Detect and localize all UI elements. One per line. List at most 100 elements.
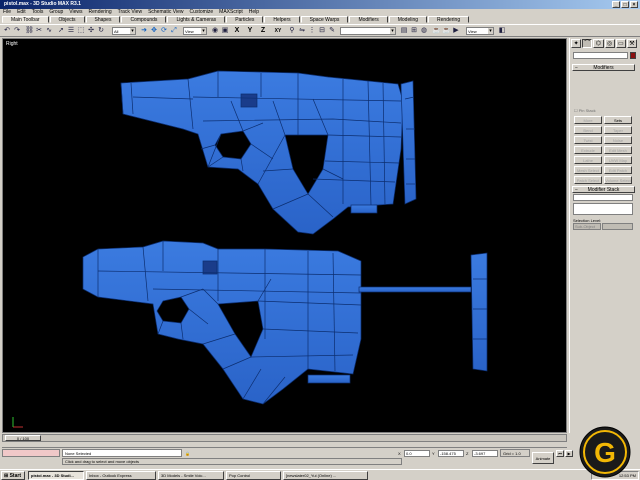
modifier-stack-rollout[interactable]: Modifier Stack [572,186,635,194]
tab-compounds[interactable]: Compounds [121,16,167,23]
track-view-icon[interactable]: ▤ [400,27,408,35]
edit-patch-button[interactable]: Edit Patch [604,166,632,174]
task-3dsmax[interactable]: pistol.max - 3D Studi... [28,471,84,480]
menu-file[interactable]: File [3,9,11,16]
sets-button[interactable]: Sets [604,116,632,124]
reference-coordinate-dropdown[interactable]: View [183,27,207,35]
menu-maxscript[interactable]: MAXScript [219,9,243,16]
undo-icon[interactable]: ↶ [3,27,11,35]
restrict-xy-button[interactable]: XY [272,27,284,35]
minimize-button[interactable]: _ [612,1,620,8]
display-panel-tab[interactable]: ▭ [615,39,626,48]
restrict-z-button[interactable]: Z [259,27,267,35]
menu-rendering[interactable]: Rendering [89,9,112,16]
render-type-icon[interactable]: ◧ [498,27,506,35]
taper-button[interactable]: Taper [604,126,632,134]
sub-object-button[interactable]: Sub-Object [573,223,601,230]
scale-icon[interactable]: ⤢ [170,27,178,35]
tab-main-toolbar[interactable]: Main Toolbar [2,16,49,23]
tab-modifiers[interactable]: Modifiers [349,16,388,23]
menu-edit[interactable]: Edit [17,9,26,16]
menu-tools[interactable]: Tools [32,9,44,16]
maximize-button[interactable]: □ [621,1,629,8]
menu-views[interactable]: Views [69,9,82,16]
task-chat[interactable]: [newslater02_Yui (Online) ... [283,471,368,480]
create-panel-tab[interactable]: ✦ [571,39,582,48]
select-icon[interactable]: ➜ [140,27,148,35]
render-scene-icon[interactable]: ☕ [432,27,441,35]
menu-customize[interactable]: Customize [190,9,214,16]
menu-schematic-view[interactable]: Schematic View [148,9,183,16]
inverse-kinematics-icon[interactable]: ⚲ [288,27,296,35]
material-editor-icon[interactable]: ◍ [420,27,428,35]
redo-icon[interactable]: ↷ [13,27,21,35]
align-icon[interactable]: ⊟ [318,27,326,35]
tab-objects[interactable]: Objects [49,16,85,23]
animate-button[interactable]: Animate [532,452,554,464]
patch-select-button[interactable]: Patch Select [574,176,602,184]
array-icon[interactable]: ⋮ [308,27,316,35]
z-coord-field[interactable]: -3.697 [472,450,498,457]
task-outlook[interactable]: Inbox - Outlook Express [86,471,156,480]
more-button[interactable]: More [574,116,602,124]
start-button[interactable]: ⊞ Start [1,471,25,480]
object-color-swatch[interactable] [630,52,636,59]
lathe-button[interactable]: Lathe [574,156,602,164]
menu-track-view[interactable]: Track View [118,9,142,16]
noise-button[interactable]: Noise [604,136,632,144]
tab-space-warps[interactable]: Space Warps [300,16,349,23]
select-object-icon[interactable]: ➚ [57,27,65,35]
y-coord-field[interactable]: -158.475 [438,450,464,457]
quick-render-icon[interactable]: ☕ [442,27,451,35]
link-icon[interactable]: ⛓ [25,27,34,35]
close-button[interactable]: × [630,1,638,8]
tab-modeling[interactable]: Modeling [388,16,428,23]
select-by-name-icon[interactable]: ☰ [67,27,75,35]
go-to-start-icon[interactable]: ⏮ [556,450,564,457]
selection-filter-dropdown[interactable]: All [112,27,136,35]
task-pop-control[interactable]: Pop Control [226,471,281,480]
time-slider-thumb[interactable]: 0 / 100 [5,435,41,441]
play-icon[interactable]: ▶ [565,450,573,457]
maxscript-listener-mini[interactable] [2,449,60,457]
tab-particles[interactable]: Particles [226,16,264,23]
uvw-map-button[interactable]: UVW Map [604,156,632,164]
named-selection-dropdown[interactable] [340,27,396,35]
render-view-dropdown[interactable]: View [466,27,494,35]
tab-lights-cameras[interactable]: Lights & Cameras [167,16,226,23]
lock-selection-icon[interactable]: 🔒 [185,451,190,456]
mesh-select-button[interactable]: Mesh Select [574,166,602,174]
track-bar[interactable] [2,442,567,448]
schematic-view-icon[interactable]: ⊞ [410,27,418,35]
rotate-icon[interactable]: ⟳ [160,27,168,35]
pivot-center-icon[interactable]: ◉ [211,27,219,35]
viewport-right[interactable]: Right [2,38,567,433]
move-icon[interactable]: ✥ [150,27,158,35]
restrict-x-button[interactable]: X [233,27,241,35]
select-move-icon[interactable]: ✣ [87,27,95,35]
tab-shapes[interactable]: Shapes [85,16,121,23]
task-3d-models[interactable]: 3D Models - Smile Voic... [158,471,224,480]
transform-center-icon[interactable]: ▣ [221,27,229,35]
named-selection-icon[interactable]: ✎ [328,27,336,35]
extrude-button[interactable]: Extrude [574,146,602,154]
pin-stack-checkbox[interactable]: ☐ Pin Stack [574,108,596,113]
motion-panel-tab[interactable]: ◎ [604,39,615,48]
modify-panel-tab[interactable]: ⌒ [582,39,593,48]
bind-space-warp-icon[interactable]: ∿ [45,27,53,35]
x-coord-field[interactable]: 0.0 [404,450,430,457]
select-rotate-icon[interactable]: ↻ [97,27,105,35]
object-name-field[interactable] [573,52,628,59]
restrict-y-button[interactable]: Y [246,27,254,35]
render-last-icon[interactable]: ▶ [452,27,460,35]
unlink-icon[interactable]: ✂ [35,27,43,35]
mirror-icon[interactable]: ⇋ [298,27,306,35]
hierarchy-panel-tab[interactable]: ⌬ [593,39,604,48]
edit-mesh-button[interactable]: Edit Mesh [604,146,632,154]
tab-helpers[interactable]: Helpers [264,16,300,23]
twist-button[interactable]: Twist [574,136,602,144]
modifier-stack-dropdown[interactable] [573,194,633,201]
volume-select-button[interactable]: Volume Select [604,176,632,184]
modifiers-rollout[interactable]: Modifiers [572,64,635,72]
utilities-panel-tab[interactable]: ⚒ [626,39,638,48]
